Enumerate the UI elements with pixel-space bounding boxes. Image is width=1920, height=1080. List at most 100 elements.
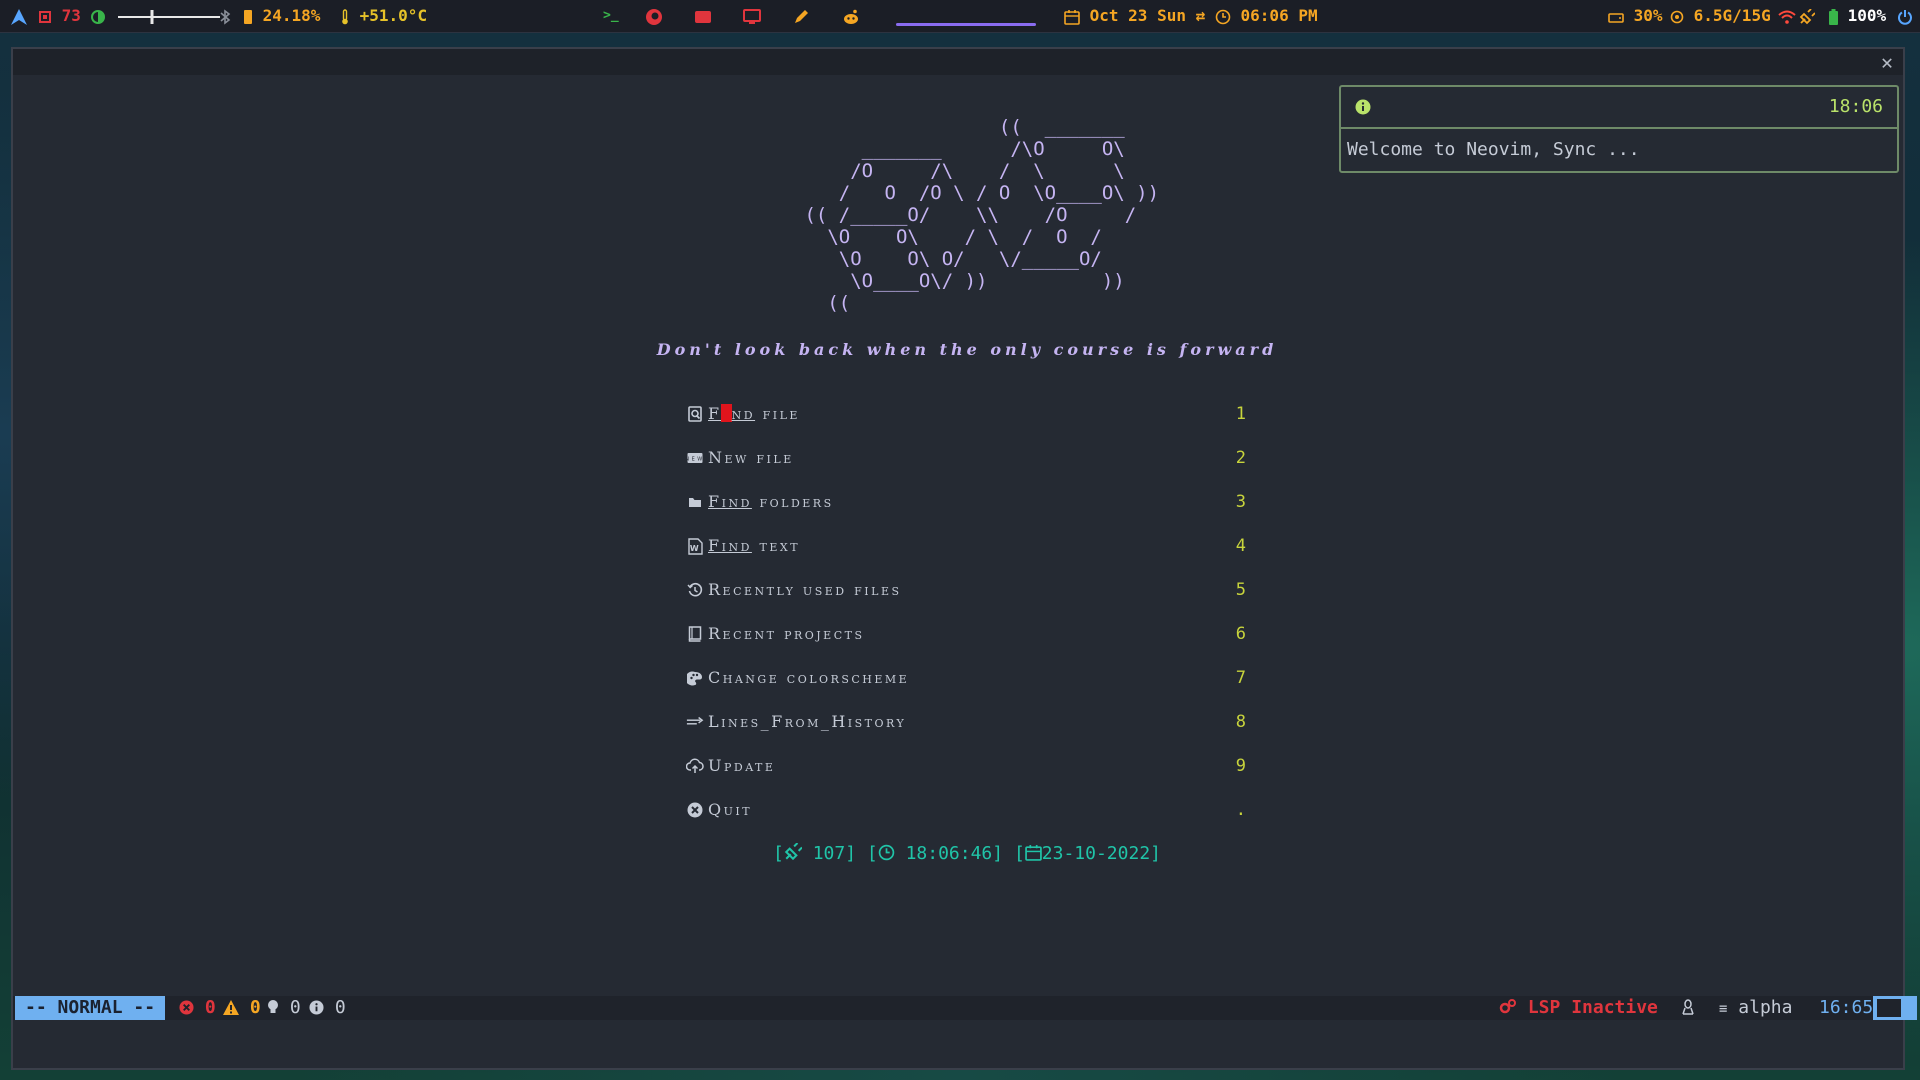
lines-icon — [686, 707, 704, 737]
workspace-terminal[interactable]: >_ — [603, 0, 619, 32]
dashboard-menu-item[interactable]: Recent projects 6 — [686, 619, 1246, 649]
wifi-icon — [1778, 10, 1796, 24]
battery-icon — [1829, 8, 1838, 25]
workspace-editor[interactable] — [793, 0, 809, 32]
svg-text:NEW: NEW — [687, 457, 703, 463]
disk-indicator: 30% — [1608, 0, 1663, 32]
lsp-status[interactable]: LSP Inactive — [1499, 996, 1658, 1020]
temperature-indicator: +51.0°C — [340, 0, 427, 32]
error-diagnostics[interactable]: 0 — [179, 996, 216, 1020]
menu-item-label: Update — [708, 756, 776, 775]
mode-indicator: -- NORMAL -- — [15, 996, 166, 1020]
quit-icon — [686, 795, 704, 825]
hint-count: 0 — [289, 997, 301, 1018]
video-icon — [695, 10, 711, 23]
menu-item-key: 1 — [1235, 404, 1246, 424]
power-button[interactable] — [1897, 0, 1913, 32]
menu-item-key: 9 — [1235, 756, 1246, 776]
filetype-indicator: ≡ alpha — [1719, 996, 1792, 1020]
bluetooth-indicator[interactable] — [219, 0, 231, 32]
thermometer-icon — [342, 8, 348, 24]
linux-icon — [1682, 999, 1694, 1015]
footer-clock: 18:06:46 — [905, 843, 993, 864]
search-file-icon — [686, 399, 704, 429]
menu-item-shortcut-highlight: Find — [708, 492, 752, 511]
arch-launcher[interactable] — [10, 0, 28, 32]
dashboard-menu-item[interactable]: Find folders 3 — [686, 487, 1246, 517]
close-icon[interactable]: ✕ — [1881, 49, 1893, 75]
memory-bar-icon — [244, 9, 252, 24]
palette-icon — [686, 663, 704, 693]
workspace-browser[interactable] — [645, 0, 663, 32]
window-titlebar[interactable]: ✕ — [13, 49, 1903, 75]
info-icon — [309, 1000, 324, 1015]
error-icon — [179, 1000, 194, 1015]
chip-icon — [39, 10, 51, 23]
date-indicator[interactable]: Oct 23 Sun ⇄ 06:06 PM — [1064, 0, 1318, 32]
statusline: -- NORMAL -- 0 0 0 0 LSP Inactive ≡ alph… — [13, 996, 1917, 1020]
info-count: 0 — [334, 997, 346, 1018]
dashboard-menu-item[interactable]: NEW New file 2 — [686, 443, 1246, 473]
volume-icon — [91, 9, 105, 24]
cursor-position: 16:65 — [1819, 997, 1874, 1018]
volume-slider[interactable] — [90, 0, 222, 32]
svg-text:W: W — [689, 544, 700, 553]
command-line[interactable] — [13, 1024, 1903, 1064]
plugin-count: 107 — [812, 843, 846, 864]
footer-bracket: [ — [773, 843, 784, 864]
workspace-reddit[interactable] — [842, 0, 860, 32]
wifi-indicator[interactable] — [1778, 0, 1796, 32]
menu-item-label: Recent projects — [708, 624, 865, 643]
workspace-media[interactable] — [694, 0, 712, 32]
menu-item-key: . — [1235, 800, 1246, 820]
dashboard-menu-item[interactable]: Update 9 — [686, 751, 1246, 781]
temperature-value: +51.0°C — [359, 6, 428, 25]
hint-diagnostics[interactable]: 0 — [267, 996, 301, 1020]
info-diagnostics[interactable]: 0 — [309, 996, 346, 1020]
clock-icon — [1215, 9, 1231, 24]
menu-item-key: 5 — [1235, 580, 1246, 600]
menu-item-key: 7 — [1235, 668, 1246, 688]
warning-icon — [223, 1000, 239, 1015]
menu-item-label: Quit — [708, 800, 753, 819]
menu-item-label: Change colorscheme — [708, 668, 910, 687]
terminal-window[interactable]: ✕ (( _______ _______ /\O O\ /O /\ / \ \ … — [11, 47, 1917, 1070]
menu-item-label: Find text — [708, 536, 801, 555]
warning-diagnostics[interactable]: 0 — [223, 996, 261, 1020]
lsp-status-text: LSP Inactive — [1527, 997, 1658, 1018]
dashboard-menu-item[interactable]: W Find text 4 — [686, 531, 1246, 561]
os-indicator — [1681, 996, 1695, 1020]
cpu-count: 73 — [61, 6, 81, 25]
lightbulb-icon — [268, 1000, 278, 1013]
notification-message: Welcome to Neovim, Sync ... — [1347, 139, 1640, 160]
date-text: Oct 23 Sun — [1089, 6, 1186, 25]
menu-item-key: 2 — [1235, 448, 1246, 468]
dashboard-menu-item[interactable]: Recently used files 5 — [686, 575, 1246, 605]
book-icon — [686, 619, 704, 649]
calendar-icon — [1064, 9, 1080, 25]
dashboard-menu-item[interactable]: Change colorscheme 7 — [686, 663, 1246, 693]
slider-track[interactable] — [116, 9, 222, 25]
dashboard-footer: [ 107] [ 18:06:46] [23-10-2022] — [773, 842, 1161, 864]
notification-popup[interactable]: 18:06 Welcome to Neovim, Sync ... — [1339, 85, 1899, 173]
gears-icon — [1499, 999, 1516, 1014]
disk-usage: 30% — [1633, 6, 1663, 25]
reddit-icon — [844, 9, 858, 24]
memory-icon — [1670, 10, 1684, 23]
dashboard-menu-item[interactable]: Fnd file 1 — [686, 399, 1246, 429]
notification-header: 18:06 — [1341, 87, 1897, 129]
footer-date: 23-10-2022 — [1041, 843, 1151, 864]
menu-item-label: New file — [708, 448, 794, 467]
text-file-icon: W — [686, 531, 704, 561]
time-text: 06:06 PM — [1240, 6, 1318, 25]
memory-usage: 6.5G/15G — [1693, 6, 1771, 25]
battery-indicator: 100% — [1829, 0, 1886, 32]
bluetooth-icon — [220, 8, 231, 25]
menu-item-shortcut-highlight: Find — [708, 536, 752, 555]
firefox-icon — [646, 8, 662, 25]
dashboard-menu-item[interactable]: Quit. — [686, 795, 1246, 825]
menu-item-label: Fnd file — [708, 404, 800, 423]
error-count: 0 — [204, 997, 216, 1018]
workspace-display[interactable] — [743, 0, 761, 32]
dashboard-menu-item[interactable]: Lines_From_History 8 — [686, 707, 1246, 737]
